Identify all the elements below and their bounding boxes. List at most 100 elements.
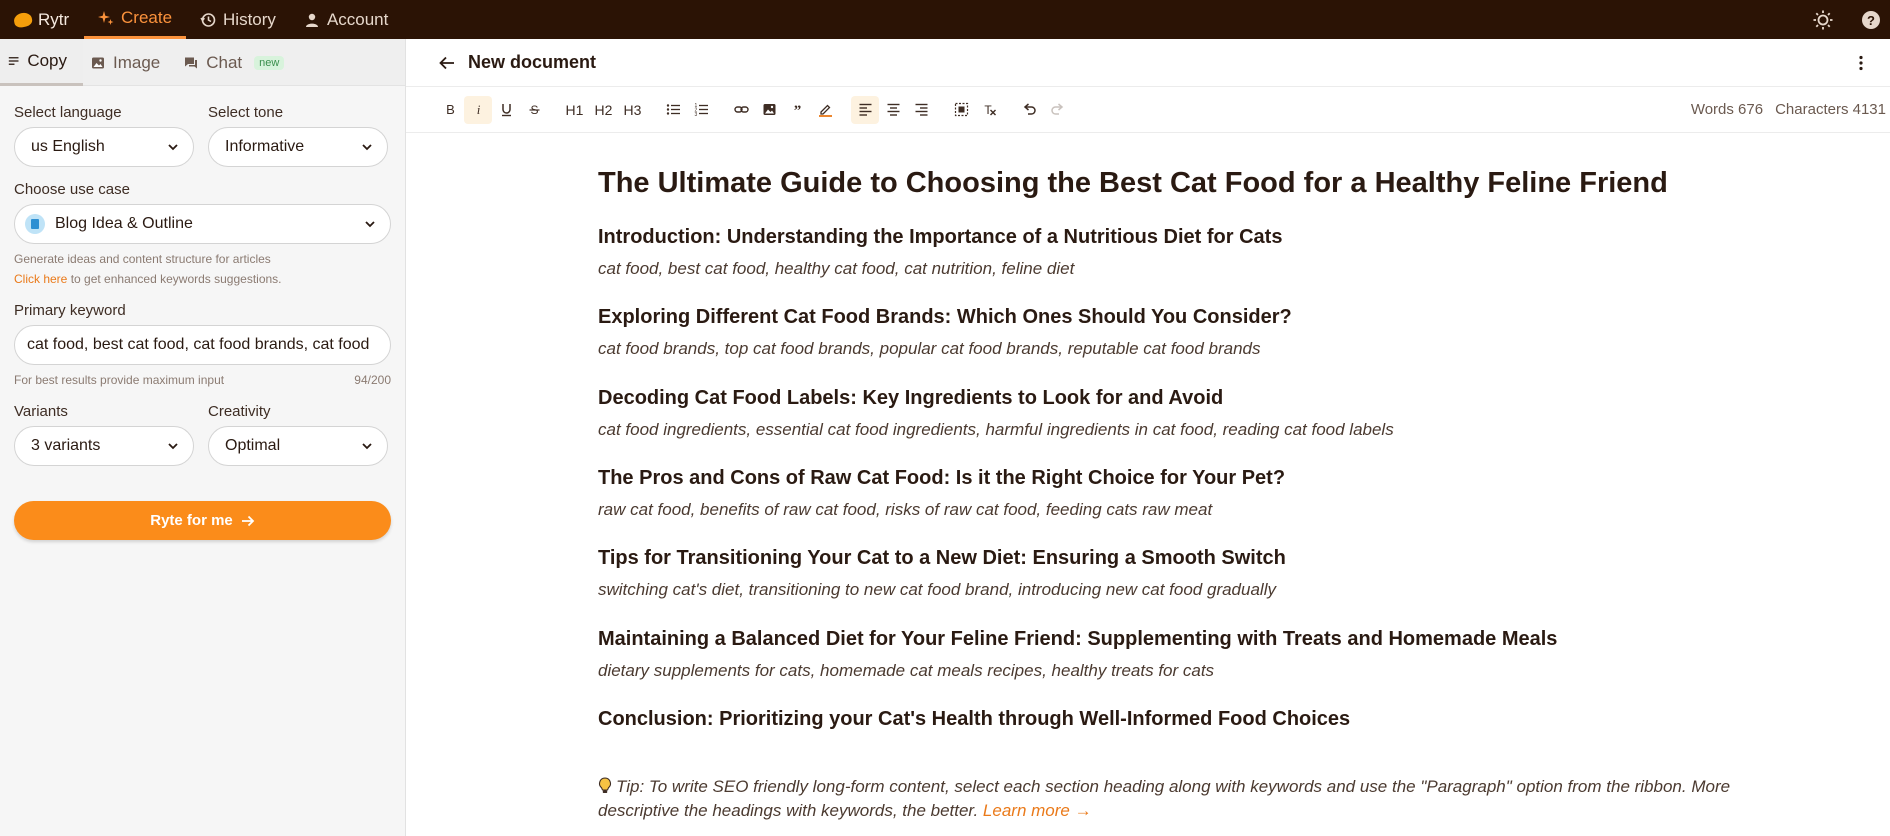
align-left-button[interactable] (851, 95, 879, 124)
section-heading: Introduction: Understanding the Importan… (598, 225, 1283, 248)
history-icon (200, 12, 216, 27)
variants-label: Variants (14, 403, 68, 420)
italic-icon: i (476, 102, 480, 117)
section-heading: Maintaining a Balanced Diet for Your Fel… (598, 627, 1558, 650)
ryte-button-label: Ryte for me (150, 512, 233, 529)
numbered-list-icon: 123 (694, 103, 708, 117)
heading-3-button[interactable]: H3 (618, 96, 647, 124)
help-icon[interactable]: ? (1860, 9, 1882, 31)
align-right-button[interactable] (907, 96, 935, 124)
use-case-value: Blog Idea & Outline (55, 215, 193, 232)
section-heading: Tips for Transitioning Your Cat to a New… (598, 547, 1286, 570)
tone-select[interactable]: Informative (208, 127, 388, 167)
creativity-select[interactable]: Optimal (208, 426, 388, 466)
select-all-button[interactable] (947, 96, 975, 124)
ryte-for-me-button[interactable]: Ryte for me (14, 501, 391, 540)
chevron-down-icon (168, 443, 178, 450)
nav-account[interactable]: Account (290, 0, 402, 39)
svg-text:i: i (476, 102, 480, 117)
highlighter-icon (818, 104, 832, 117)
select-all-icon (954, 102, 968, 117)
bold-icon: B (446, 102, 455, 117)
keyword-helper-text: For best results provide maximum input (14, 373, 225, 387)
document-header: New document (406, 39, 1890, 87)
undo-icon (1023, 103, 1036, 115)
document-title[interactable]: New document (468, 52, 596, 73)
primary-keyword-field (14, 325, 391, 365)
sun-icon[interactable] (1812, 9, 1834, 31)
more-vertical-icon[interactable] (1852, 54, 1870, 72)
brand-logo[interactable]: Rytr (0, 10, 84, 30)
variants-select[interactable]: 3 variants (14, 426, 194, 466)
tip-text: Tip: To write SEO friendly long-form con… (598, 777, 1731, 821)
rytr-logo-icon (12, 10, 34, 29)
copy-form: Select language us English Select tone I… (0, 86, 405, 540)
redo-button[interactable] (1043, 96, 1071, 124)
keywords-link[interactable]: Click here (14, 272, 67, 286)
link-button[interactable] (727, 96, 755, 124)
image-icon (92, 57, 104, 68)
nav-account-label: Account (326, 9, 389, 29)
nav-history-label: History (223, 9, 276, 29)
underline-button[interactable] (492, 96, 520, 124)
language-label: Select language (14, 104, 122, 121)
image-icon (763, 104, 775, 115)
primary-keyword-input[interactable] (27, 336, 378, 354)
svg-text:”: ” (793, 103, 801, 117)
document-body[interactable]: The Ultimate Guide to Choosing the Best … (598, 166, 1738, 836)
section-keywords: cat food ingredients, essential cat food… (598, 419, 1394, 439)
sparkle-icon (98, 11, 114, 25)
chevron-down-icon (362, 144, 372, 151)
creativity-value: Optimal (225, 437, 281, 454)
creativity-label: Creativity (208, 403, 271, 420)
keywords-helper: Click here to get enhanced keywords sugg… (14, 272, 391, 286)
align-center-button[interactable] (879, 96, 907, 124)
highlight-button[interactable] (811, 96, 839, 124)
section-heading: Conclusion: Prioritizing your Cat's Heal… (598, 708, 1351, 731)
bullet-list-button[interactable] (659, 96, 687, 124)
sidebar: Copy Image Chat new Select language us E… (0, 39, 406, 836)
undo-button[interactable] (1015, 96, 1043, 124)
section-heading: Decoding Cat Food Labels: Key Ingredient… (598, 386, 1224, 409)
lines-icon (8, 57, 19, 65)
nav-create-label: Create (121, 8, 173, 27)
use-case-select[interactable]: Blog Idea & Outline (14, 204, 391, 244)
redo-icon (1050, 103, 1063, 115)
bold-button[interactable]: B (436, 96, 464, 124)
strikethrough-icon: S (529, 103, 539, 117)
quote-button[interactable]: ” (783, 96, 811, 124)
use-case-label: Choose use case (14, 181, 130, 198)
svg-text:3: 3 (694, 112, 697, 117)
nav-create[interactable]: Create (84, 0, 187, 39)
strikethrough-button[interactable]: S (520, 96, 548, 124)
underline-icon (501, 104, 511, 117)
tab-chat[interactable]: Chat new (176, 39, 300, 86)
formatting-toolbar: B i S H1 H2 H3 123 ” T Words 676 Charact… (406, 87, 1890, 133)
clear-format-button[interactable]: T (975, 96, 1003, 124)
svg-text:B: B (446, 102, 455, 117)
heading-1-button[interactable]: H1 (560, 96, 589, 124)
section-keywords: raw cat food, benefits of raw cat food, … (598, 499, 1213, 519)
character-count: Characters 4131 (1775, 101, 1886, 118)
new-badge: new (254, 55, 285, 70)
nav-history[interactable]: History (186, 0, 290, 39)
top-bar-actions: ? (1812, 9, 1890, 31)
insert-image-button[interactable] (755, 96, 783, 124)
italic-button[interactable]: i (464, 95, 492, 124)
arrow-left-icon[interactable] (438, 54, 456, 72)
heading-2-button[interactable]: H2 (589, 96, 618, 124)
numbered-list-button[interactable]: 123 (687, 96, 715, 124)
tab-copy[interactable]: Copy (0, 39, 83, 86)
section-keywords: switching cat's diet, transitioning to n… (598, 580, 1276, 600)
svg-text:?: ? (1867, 13, 1875, 28)
link-icon (733, 106, 749, 113)
section-keywords: dietary supplements for cats, homemade c… (598, 660, 1215, 680)
language-select[interactable]: us English (14, 127, 194, 167)
section-heading: Exploring Different Cat Food Brands: Whi… (598, 306, 1292, 329)
top-nav: Create History Account (84, 0, 402, 39)
learn-more-link[interactable]: Learn more → (983, 801, 1092, 820)
top-bar: Rytr Create History Account ? (0, 0, 1890, 39)
chevron-down-icon (365, 221, 375, 228)
arrow-right-icon (241, 515, 255, 526)
tab-image[interactable]: Image (83, 39, 176, 86)
